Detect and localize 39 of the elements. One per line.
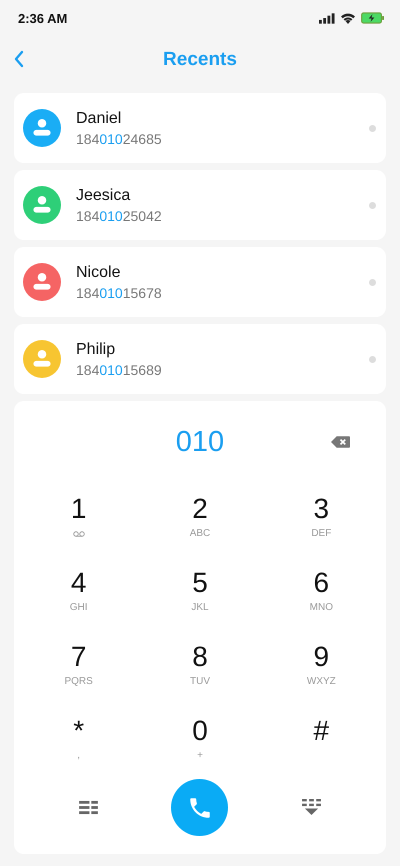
dial-key[interactable]: * ,: [18, 705, 140, 779]
contact-name: Philip: [76, 340, 116, 358]
page-title: Recents: [163, 49, 237, 71]
contact-card[interactable]: Jeesica 18401025042: [14, 170, 386, 240]
contact-card[interactable]: Philip 18401015689: [14, 324, 386, 394]
dial-key[interactable]: 4 GHI: [18, 557, 140, 631]
contact-card[interactable]: Daniel 18401024685: [14, 93, 386, 163]
dial-key[interactable]: 7 PQRS: [18, 631, 140, 705]
hide-keypad-icon[interactable]: [302, 799, 322, 816]
dial-key[interactable]: 3 DEF: [260, 483, 382, 557]
voicemail-icon: [72, 531, 85, 537]
contact-name: Nicole: [76, 264, 122, 282]
phone-number: 18401025042: [76, 208, 163, 224]
contact-name: Jeesica: [76, 186, 132, 204]
status-dot: [369, 202, 376, 208]
dial-key[interactable]: 8 TUV: [139, 631, 261, 705]
backspace-icon[interactable]: [331, 436, 350, 448]
phone-number: 18401015689: [76, 362, 163, 378]
wifi-icon: [340, 12, 356, 24]
dialed-number: 010: [176, 426, 224, 458]
back-icon: [14, 50, 24, 68]
dial-key[interactable]: 0 +: [139, 705, 261, 779]
list-icon[interactable]: [78, 800, 98, 815]
dial-key[interactable]: 6 MNO: [260, 557, 382, 631]
dial-key[interactable]: 1: [18, 483, 140, 557]
battery-charging-icon: [361, 12, 384, 24]
status-time: 2:36 AM: [18, 10, 68, 26]
status-dot: [369, 278, 376, 286]
contact-card[interactable]: Nicole 18401015678: [14, 247, 386, 317]
phone-number: 18401024685: [76, 130, 163, 146]
phone-number: 18401015678: [76, 284, 163, 300]
contact-name: Daniel: [76, 110, 122, 128]
dial-key[interactable]: 5 JKL: [139, 557, 261, 631]
signal-icon: [319, 12, 335, 24]
status-dot: [369, 124, 376, 132]
dial-key[interactable]: #: [260, 705, 382, 779]
dial-key[interactable]: 2 ABC: [139, 483, 261, 557]
dial-key[interactable]: 9 WXYZ: [260, 631, 382, 705]
status-dot: [369, 356, 376, 362]
